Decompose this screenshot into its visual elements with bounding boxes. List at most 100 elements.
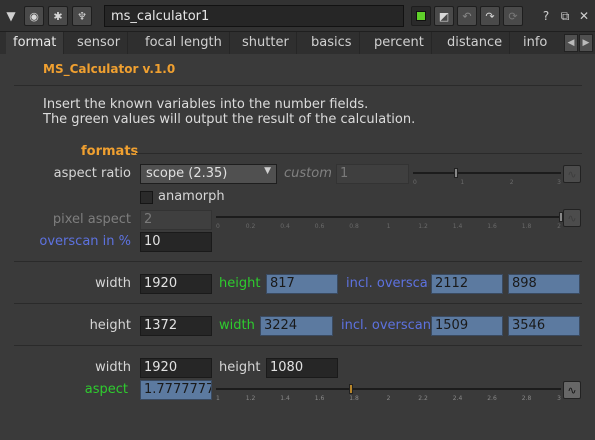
slider-tick-label: 2.4 — [452, 395, 463, 402]
row2-width-output[interactable]: 3224 — [260, 316, 333, 336]
tab-sensor[interactable]: sensor — [70, 32, 129, 54]
tab-info[interactable]: info — [516, 32, 554, 54]
color-swatch-icon[interactable] — [411, 6, 431, 26]
slider-track — [216, 388, 561, 390]
row3-height-label: height — [219, 360, 261, 375]
node-toolbar: ▼ ◉ ✱ ♆ ◩ ↶ ↷ ⟳ ? ⧉ ✕ — [0, 0, 595, 32]
slider-ticks: 0 0.2 0.4 0.6 0.8 1 1.2 1.4 1.6 1.8 2 — [216, 223, 561, 231]
tab-scroll-right-icon[interactable]: ▶ — [579, 34, 593, 52]
formats-section-title: formats — [81, 144, 139, 159]
tab-distance[interactable]: distance — [440, 32, 511, 54]
slider-tick-label: 2 — [557, 223, 561, 230]
slider-ticks: 0 1 2 3 — [413, 179, 561, 187]
row2-incl-height-output[interactable]: 3546 — [508, 316, 580, 336]
slider-tick-label: 1.8 — [521, 223, 532, 230]
slider-tick-label: 2.6 — [487, 395, 497, 402]
slider-tick-label: 1.2 — [418, 223, 428, 230]
row1-height-output[interactable]: 817 — [266, 274, 338, 294]
slider-tick-label: 3 — [557, 179, 561, 186]
row2-height-field[interactable]: 1372 — [140, 316, 212, 336]
slider-tick-label: 1 — [216, 395, 220, 402]
slider-tick-label: 2.2 — [418, 395, 428, 402]
aspect-ratio-dropdown[interactable]: scope (2.35) ▼ — [140, 164, 277, 184]
tab-shutter[interactable]: shutter — [235, 32, 297, 54]
aspect-ratio-label: aspect ratio — [53, 166, 131, 181]
pixel-aspect-curve-icon[interactable]: ∿ — [563, 209, 581, 227]
divider — [14, 261, 582, 262]
aspect-ratio-value: scope (2.35) — [146, 166, 228, 181]
slider-tick-label: 1 — [460, 179, 465, 186]
row2-width-label: width — [219, 318, 255, 333]
slider-tick-label: 0.4 — [280, 223, 290, 230]
slider-tick-label: 1.2 — [245, 395, 256, 402]
custom-label: custom — [284, 166, 332, 181]
overscan-label: overscan in % — [39, 234, 131, 249]
help-question-icon[interactable]: ? — [537, 7, 555, 25]
slider-tick-label: 2 — [386, 395, 391, 402]
row2-height-label: height — [89, 318, 131, 333]
redo-icon[interactable]: ↷ — [480, 6, 500, 26]
undo-icon[interactable]: ↶ — [457, 6, 477, 26]
row1-width-label: width — [95, 276, 131, 291]
row1-incl-width-output[interactable]: 2112 — [431, 274, 503, 294]
slider-tick-label: 0.2 — [245, 223, 256, 230]
overscan-field[interactable]: 10 — [140, 232, 212, 252]
slider-tick-label: 1.6 — [487, 223, 497, 230]
custom-field[interactable]: 1 — [336, 164, 409, 184]
anamorph-checkbox[interactable] — [140, 191, 153, 204]
settings-radio-icon[interactable]: ◉ — [24, 6, 44, 26]
pixel-aspect-label: pixel aspect — [52, 212, 131, 227]
tab-percent[interactable]: percent — [367, 32, 432, 54]
pixel-aspect-slider[interactable]: 0 0.2 0.4 0.6 0.8 1 1.2 1.4 1.6 1.8 2 — [216, 212, 563, 232]
slider-handle[interactable] — [453, 168, 458, 178]
tab-focal-length[interactable]: focal length — [138, 32, 230, 54]
row1-width-field[interactable]: 1920 — [140, 274, 212, 294]
custom-curve-icon[interactable]: ∿ — [563, 165, 581, 183]
slider-tick-label: 3 — [557, 395, 561, 402]
divider — [14, 303, 582, 304]
row3-width-label: width — [95, 360, 131, 375]
pixel-aspect-field[interactable]: 2 — [140, 210, 212, 230]
tab-scroll-left-icon[interactable]: ◀ — [564, 34, 578, 52]
chevron-down-icon: ▼ — [264, 166, 271, 176]
description-line-1: Insert the known variables into the numb… — [43, 97, 369, 112]
aspect-output[interactable]: 1.7777777 — [140, 380, 212, 400]
slider-tick-label: 1 — [386, 223, 391, 230]
calculator-title: MS_Calculator v.1.0 — [43, 62, 176, 76]
row1-height-label: height — [219, 276, 261, 291]
tab-bar: format sensor focal length shutter basic… — [0, 32, 595, 54]
slider-tick-label: 0 — [413, 179, 417, 186]
row1-incl-overscan-label: incl. overscan — [346, 276, 429, 291]
slider-tick-label: 2.8 — [521, 395, 532, 402]
aspect-curve-icon[interactable]: ∿ — [563, 381, 581, 399]
custom-slider[interactable]: 0 1 2 3 — [413, 168, 561, 188]
bug-icon[interactable]: ✱ — [48, 6, 68, 26]
aspect-slider[interactable]: 1 1.2 1.4 1.6 1.8 2 2.2 2.4 2.6 2.8 3 — [216, 384, 561, 404]
slider-tick-label: 1.4 — [452, 223, 463, 230]
close-icon[interactable]: ✕ — [575, 7, 593, 25]
row2-incl-width-output[interactable]: 1509 — [431, 316, 503, 336]
row2-incl-overscan-label: incl. overscan — [341, 318, 431, 333]
divider — [14, 85, 582, 86]
slider-track — [216, 216, 561, 218]
tab-basics[interactable]: basics — [304, 32, 360, 54]
row3-height-field[interactable]: 1080 — [266, 358, 338, 378]
pencil-icon[interactable]: ◩ — [434, 6, 454, 26]
slider-tick-label: 1.8 — [349, 395, 359, 402]
section-divider — [136, 153, 582, 154]
row3-width-field[interactable]: 1920 — [140, 358, 212, 378]
slider-tick-label: 2 — [509, 179, 514, 186]
tab-format[interactable]: format — [6, 32, 65, 54]
wrench-icon[interactable]: ♆ — [72, 6, 92, 26]
slider-tick-label: 1.4 — [280, 395, 290, 402]
revert-icon[interactable]: ⟳ — [503, 6, 523, 26]
row1-incl-height-output[interactable]: 898 — [508, 274, 580, 294]
format-panel: MS_Calculator v.1.0 Insert the known var… — [0, 54, 595, 440]
slider-handle[interactable] — [348, 384, 353, 394]
slider-tick-label: 0.6 — [314, 223, 325, 230]
float-window-icon[interactable]: ⧉ — [556, 7, 574, 25]
collapse-triangle-icon[interactable]: ▼ — [4, 7, 18, 25]
slider-tick-label: 0.8 — [349, 223, 359, 230]
node-name-input[interactable] — [104, 5, 404, 27]
aspect-label: aspect — [84, 382, 128, 397]
